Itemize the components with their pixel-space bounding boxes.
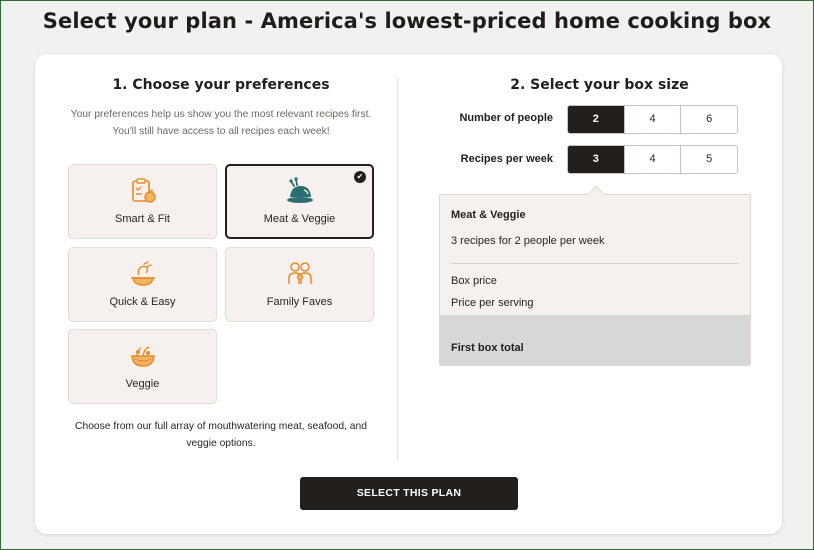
select-plan-button[interactable]: SELECT THIS PLAN [300,477,518,510]
people-option-4[interactable]: 4 [623,106,681,133]
people-option-6[interactable]: 6 [680,106,737,133]
recipes-label: Recipes per week [460,153,553,165]
recipes-option-5[interactable]: 5 [680,146,737,173]
cooking-pot-icon [69,260,216,288]
preference-tile-smart-fit[interactable]: Smart & Fit [68,164,217,239]
preference-tile-family-faves[interactable]: Family Faves [225,247,374,322]
roast-chicken-icon [227,177,372,205]
summary-divider [451,263,739,264]
preference-tile-veggie[interactable]: Veggie [68,329,217,404]
family-icon [226,260,373,288]
preference-label: Quick & Easy [109,296,176,308]
first-box-total-bar: First box total [440,315,750,365]
people-selector: 2 4 6 [567,105,738,134]
people-label: Number of people [459,112,553,124]
veggie-bowl-icon [69,342,216,370]
preference-label: Veggie [125,378,160,390]
preference-label: Smart & Fit [114,213,170,225]
recipes-selector: 3 4 5 [567,145,738,174]
summary-plan-name: Meat & Veggie [451,209,526,221]
preferences-description: Your preferences help us show you the mo… [70,109,372,137]
column-divider [397,78,398,460]
summary-subtitle: 3 recipes for 2 people per week [451,235,605,247]
preference-tile-quick-easy[interactable]: Quick & Easy [68,247,217,322]
people-option-2[interactable]: 2 [568,106,624,133]
plan-summary: Meat & Veggie 3 recipes for 2 people per… [439,194,751,366]
preference-tile-meat-veggie[interactable]: ✔ Meat & Veggie [225,164,374,239]
first-box-total-label: First box total [451,342,524,354]
preference-label: Family Faves [266,296,333,308]
plan-card: 1. Choose your preferences Your preferen… [35,54,782,534]
preferences-footer: Choose from our full array of mouthwater… [75,421,367,449]
box-size-title: 2. Select your box size [510,77,689,93]
preferences-title: 1. Choose your preferences [112,77,330,93]
price-per-serving-label: Price per serving [451,297,534,309]
box-price-label: Box price [451,275,497,287]
recipes-option-3[interactable]: 3 [568,146,624,173]
page-title: Select your plan - America's lowest-pric… [42,9,772,33]
clipboard-apple-icon [69,177,216,205]
recipes-option-4[interactable]: 4 [623,146,681,173]
preference-label: Meat & Veggie [263,213,336,225]
